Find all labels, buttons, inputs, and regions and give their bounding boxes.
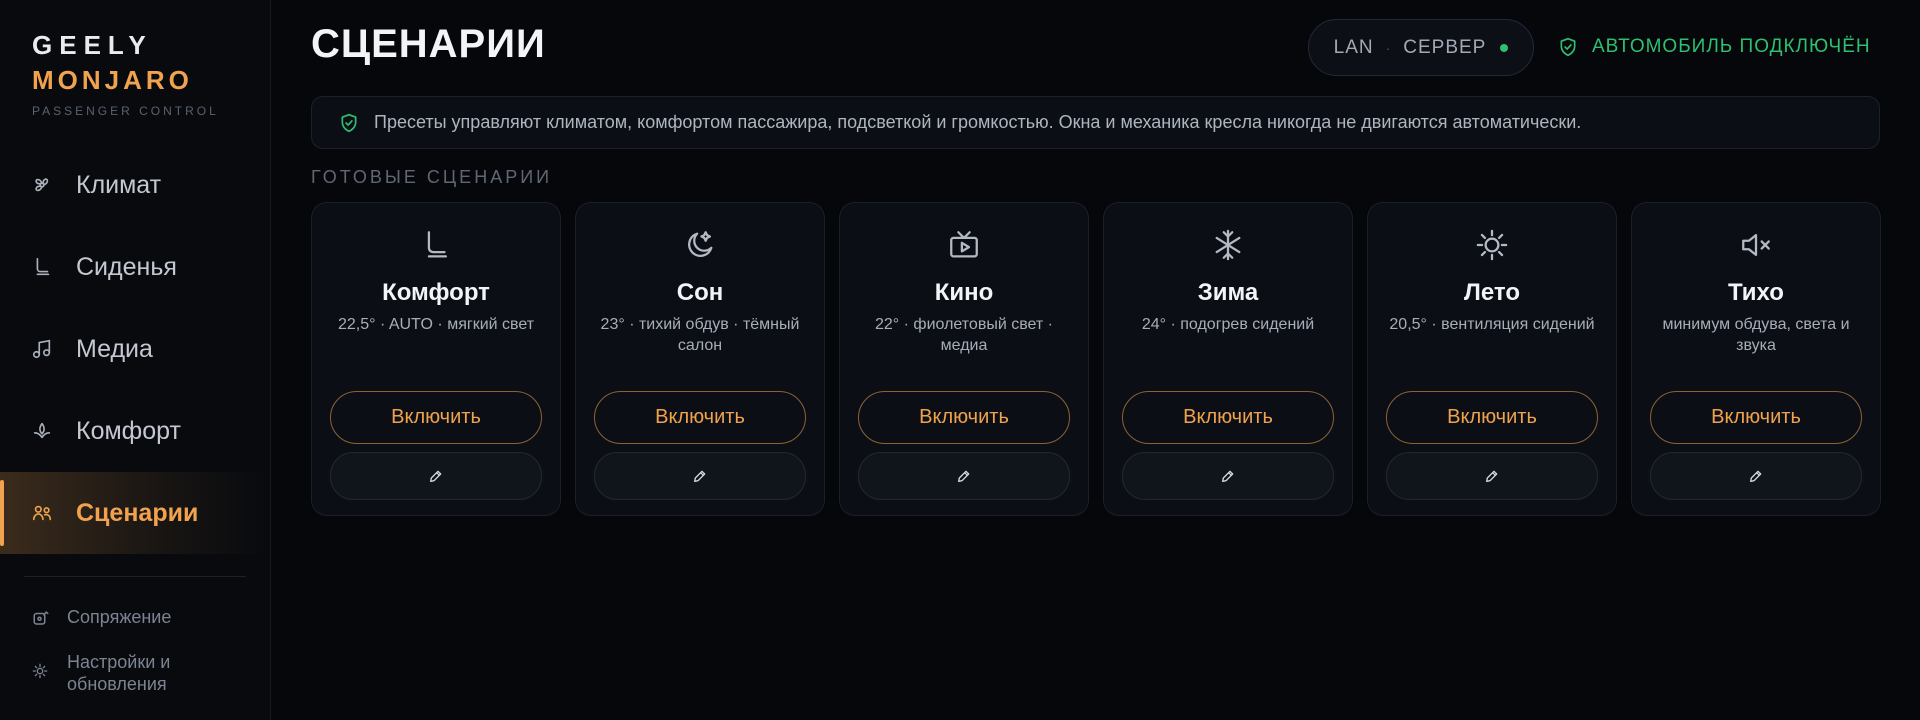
settings-sun-icon: [32, 663, 50, 681]
scenario-card-summer: Лето 20,5° · вентиляция сидений Включить: [1367, 202, 1617, 516]
connection-status-pill[interactable]: LAN · СЕРВЕР: [1308, 19, 1534, 76]
people-icon: [30, 501, 54, 525]
brand-model: MONJARO: [32, 65, 193, 95]
scenario-description: 20,5° · вентиляция сидений: [1389, 316, 1595, 333]
info-banner-text: Пресеты управляют климатом, комфортом па…: [374, 112, 1582, 132]
mute-icon: [1632, 225, 1880, 265]
enable-scenario-button[interactable]: Включить: [1122, 391, 1334, 444]
sidebar-item-label: Настройки и обновления: [67, 652, 171, 694]
pencil-icon: [1750, 470, 1762, 482]
pencil-icon: [430, 470, 442, 482]
pairing-icon: [32, 609, 50, 627]
sidebar-item-settings[interactable]: Настройки и обновления: [0, 651, 270, 697]
seat-icon: [30, 255, 54, 279]
pencil-icon: [1222, 470, 1234, 482]
sidebar-divider: [24, 576, 246, 577]
brand-caption: PASSENGER CONTROL: [32, 104, 219, 118]
sidebar-item-comfort[interactable]: Комфорт: [0, 390, 270, 472]
edit-scenario-button[interactable]: [1122, 452, 1334, 500]
enable-scenario-button[interactable]: Включить: [330, 391, 542, 444]
sidebar-item-label: Сиденья: [76, 252, 177, 281]
edit-scenario-button[interactable]: [330, 452, 542, 500]
sidebar-item-label: Медиа: [76, 334, 153, 363]
scenario-description: 22,5° · AUTO · мягкий свет: [337, 316, 535, 333]
scenario-card-comfort: Комфорт 22,5° · AUTO · мягкий свет Включ…: [311, 202, 561, 516]
sidebar-item-label: Сопряжение: [67, 607, 172, 627]
brand-make: GEELY: [32, 30, 153, 60]
pencil-icon: [1486, 470, 1498, 482]
car-connection-status: АВТОМОБИЛЬ ПОДКЛЮЧЁН: [1558, 36, 1871, 58]
scenario-title: Комфорт: [382, 279, 490, 306]
brand-logo: GEELY MONJARO PASSENGER CONTROL: [32, 30, 219, 118]
car-status-text: АВТОМОБИЛЬ ПОДКЛЮЧЁН: [1592, 36, 1871, 57]
scenario-title: Лето: [1464, 279, 1520, 306]
info-banner: Пресеты управляют климатом, комфортом па…: [311, 96, 1880, 149]
scenario-card-sleep: Сон 23° · тихий обдув · тёмный салон Вкл…: [575, 202, 825, 516]
edit-scenario-button[interactable]: [1386, 452, 1598, 500]
enable-scenario-button[interactable]: Включить: [1386, 391, 1598, 444]
shield-check-icon: [1560, 37, 1576, 57]
enable-scenario-button[interactable]: Включить: [1650, 391, 1862, 444]
moon-icon: [576, 225, 824, 265]
connection-lan-label: LAN: [1333, 36, 1374, 58]
enable-scenario-button[interactable]: Включить: [594, 391, 806, 444]
scenario-title: Сон: [676, 279, 724, 306]
scenario-description: 22° · фиолетовый свет · медиа: [875, 316, 1053, 354]
scenario-description: 23° · тихий обдув · тёмный салон: [600, 316, 800, 354]
sidebar-item-label: Сценарии: [76, 498, 199, 527]
edit-scenario-button[interactable]: [594, 452, 806, 500]
scenario-description: 24° · подогрев сидений: [1141, 316, 1315, 333]
scenario-title: Кино: [934, 279, 994, 306]
scenario-card-cinema: Кино 22° · фиолетовый свет · медиа Включ…: [839, 202, 1089, 516]
snowflake-icon: [1104, 225, 1352, 265]
comfort-icon: [30, 419, 54, 443]
scenario-title: Зима: [1197, 279, 1259, 306]
connection-server-label: СЕРВЕР: [1403, 36, 1487, 58]
edit-scenario-button[interactable]: [1650, 452, 1862, 500]
edit-scenario-button[interactable]: [858, 452, 1070, 500]
sidebar-item-seats[interactable]: Сиденья: [0, 226, 270, 308]
pencil-icon: [958, 470, 970, 482]
seat-icon: [312, 225, 560, 265]
connection-separator: ·: [1385, 39, 1392, 56]
scenario-card-quiet: Тихо минимум обдува, света и звука Включ…: [1631, 202, 1881, 516]
online-dot-icon: [1500, 43, 1509, 52]
scenario-card-winter: Зима 24° · подогрев сидений Включить: [1103, 202, 1353, 516]
music-note-icon: [30, 337, 54, 361]
section-heading: ГОТОВЫЕ СЦЕНАРИИ: [311, 167, 553, 187]
scenario-title: Тихо: [1728, 279, 1784, 306]
page-title: СЦЕНАРИИ: [311, 22, 546, 66]
tv-play-icon: [840, 225, 1088, 265]
scenario-description: минимум обдува, света и звука: [1662, 316, 1850, 354]
pencil-icon: [694, 470, 706, 482]
sun-icon: [1368, 225, 1616, 265]
sidebar-item-label: Комфорт: [76, 416, 181, 445]
enable-scenario-button[interactable]: Включить: [858, 391, 1070, 444]
climate-fan-icon: [30, 173, 54, 197]
shield-check-icon: [341, 113, 357, 132]
sidebar-item-media[interactable]: Медиа: [0, 308, 270, 390]
sidebar-item-label: Климат: [76, 170, 162, 199]
sidebar-item-climate[interactable]: Климат: [0, 144, 270, 226]
sidebar-item-scenarios[interactable]: Сценарии: [0, 472, 270, 554]
sidebar: GEELY MONJARO PASSENGER CONTROL Климат С…: [0, 0, 271, 720]
sidebar-item-pairing[interactable]: Сопряжение: [0, 606, 270, 630]
